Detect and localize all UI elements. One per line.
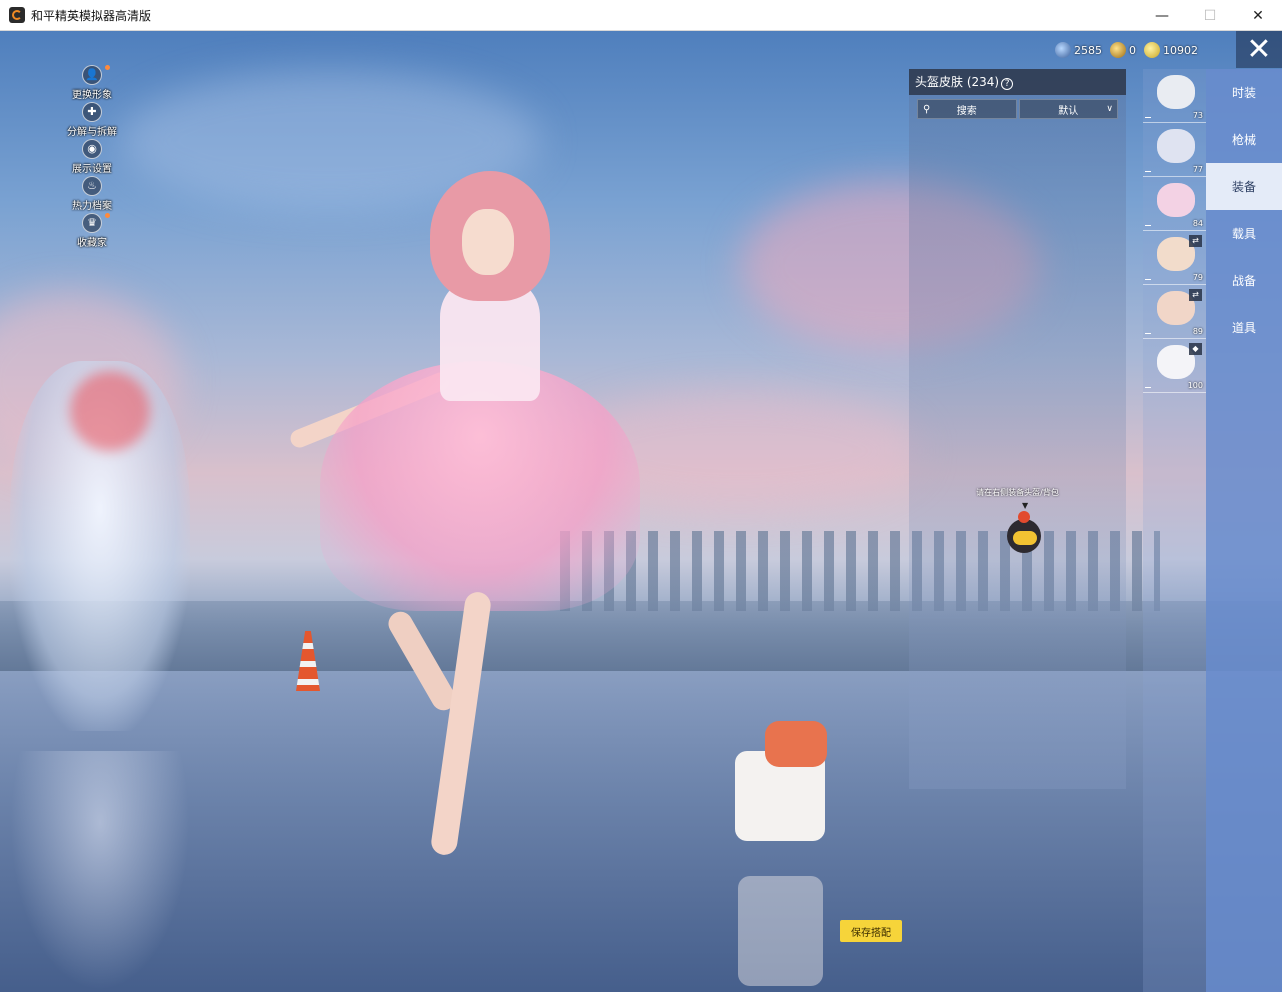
filter-bar: ⚲ 搜索 默认 ∨: [917, 99, 1118, 119]
tab-props[interactable]: 道具: [1206, 304, 1282, 351]
equip-mark: [1145, 171, 1151, 172]
side-item-change-look[interactable]: 👤 更换形象: [60, 65, 124, 102]
equip-mark: [1145, 225, 1151, 226]
panel-title: 头盔皮肤 (234): [915, 75, 1000, 89]
person-icon: 👤: [82, 65, 102, 85]
coin-icon: [1144, 42, 1160, 58]
equip-mark: [1145, 117, 1151, 118]
chevron-down-icon: ∨: [1106, 104, 1113, 114]
search-icon: ⚲: [923, 103, 931, 115]
minimize-button[interactable]: —: [1138, 0, 1186, 31]
maximize-button[interactable]: ☐: [1186, 0, 1234, 31]
search-input[interactable]: ⚲ 搜索: [917, 99, 1017, 119]
horse-reflection: [10, 751, 190, 991]
crown-icon: ♛: [82, 213, 102, 233]
window-titlebar: 和平精英模拟器高清版 — ☐ ✕: [0, 0, 1282, 31]
eye-icon: ◉: [82, 139, 102, 159]
notification-dot: [105, 65, 110, 70]
thumb-item[interactable]: 73: [1143, 69, 1206, 123]
skin-list-panel: 头盔皮肤 (234)? ⚲ 搜索 默认 ∨ 请在右侧装备头盔/背包 ▼: [909, 69, 1126, 789]
side-item-collector[interactable]: ♛ 收藏家: [60, 213, 124, 250]
pet-reflection: [738, 876, 823, 986]
currency-diamond[interactable]: 2585: [1055, 42, 1102, 58]
save-outfit-button[interactable]: 保存搭配: [840, 920, 902, 942]
side-menu: 👤 更换形象 ✚ 分解与拆解 ◉ 展示设置 ♨ 热力档案 ♛ 收藏家: [60, 65, 124, 250]
notification-dot: [105, 213, 110, 218]
helmet-face: [1013, 531, 1037, 545]
helmet-preview[interactable]: [1001, 509, 1049, 553]
badge-icon: ◆: [1189, 343, 1202, 355]
helmet-thumb-icon: [1157, 75, 1195, 109]
tab-battle-prep[interactable]: 战备: [1206, 257, 1282, 304]
side-item-decompose[interactable]: ✚ 分解与拆解: [60, 102, 124, 139]
side-item-heat-archive[interactable]: ♨ 热力档案: [60, 176, 124, 213]
thumb-item[interactable]: 84: [1143, 177, 1206, 231]
close-wardrobe-button[interactable]: ✕: [1236, 31, 1282, 68]
character-face: [462, 209, 514, 275]
equipment-thumbnails: 73 77 84 ⇄ 79 ⇄ 89 ◆ 100: [1143, 69, 1206, 992]
token-icon: [1110, 42, 1126, 58]
puzzle-icon: ✚: [82, 102, 102, 122]
horse-rose-mane: [70, 371, 150, 451]
side-item-display-settings[interactable]: ◉ 展示设置: [60, 139, 124, 176]
diamond-icon: [1055, 42, 1071, 58]
tab-vehicles[interactable]: 载具: [1206, 210, 1282, 257]
window-controls: — ☐ ✕: [1138, 0, 1282, 31]
category-tabs: 时装 枪械 装备 载具 战备 道具: [1206, 69, 1282, 992]
equip-mark: [1145, 387, 1151, 388]
sort-dropdown[interactable]: 默认 ∨: [1018, 99, 1118, 119]
help-icon[interactable]: ?: [1001, 78, 1014, 90]
thumb-item[interactable]: ⇄ 89: [1143, 285, 1206, 339]
thumb-item[interactable]: ⇄ 79: [1143, 231, 1206, 285]
currency-coin[interactable]: 10902: [1144, 42, 1198, 58]
pet-hat: [765, 721, 827, 767]
thumb-item[interactable]: 77: [1143, 123, 1206, 177]
helmet-thumb-icon: [1157, 183, 1195, 217]
window-title: 和平精英模拟器高清版: [31, 8, 152, 23]
equip-hint: 请在右侧装备头盔/背包: [976, 488, 1059, 497]
game-viewport[interactable]: 👤 更换形象 ✚ 分解与拆解 ◉ 展示设置 ♨ 热力档案 ♛ 收藏家 2585: [0, 31, 1282, 992]
close-window-button[interactable]: ✕: [1234, 0, 1282, 31]
tab-guns[interactable]: 枪械: [1206, 116, 1282, 163]
tab-fashion[interactable]: 时装: [1206, 69, 1282, 116]
thumb-item[interactable]: ◆ 100: [1143, 339, 1206, 393]
equip-mark: [1145, 279, 1151, 280]
app-logo-icon: [9, 7, 25, 23]
panel-header: 头盔皮肤 (234)?: [909, 69, 1126, 95]
currency-token[interactable]: 0: [1110, 42, 1136, 58]
helmet-thumb-icon: [1157, 129, 1195, 163]
swap-icon: ⇄: [1189, 289, 1202, 301]
tab-equipment[interactable]: 装备: [1206, 163, 1282, 210]
equip-mark: [1145, 333, 1151, 334]
helmet-top: [1018, 511, 1030, 523]
swap-icon: ⇄: [1189, 235, 1202, 247]
currency-bar: 2585 0 10902: [1055, 41, 1198, 59]
flame-icon: ♨: [82, 176, 102, 196]
